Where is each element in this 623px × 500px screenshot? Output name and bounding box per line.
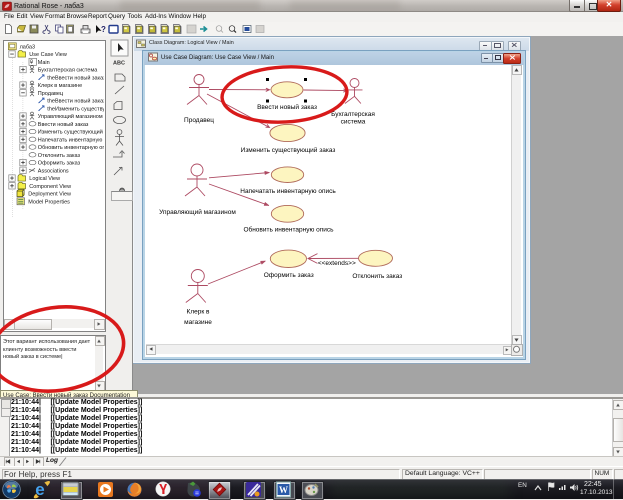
svg-text:Component View: Component View xyxy=(29,184,71,190)
svg-text:Обновить инвентарную опись: Обновить инвентарную опись xyxy=(243,226,334,234)
svg-text:Управляющий магазином: Управляющий магазином xyxy=(159,208,236,216)
svg-text:Напечатать инвентарную оп: Напечатать инвентарную оп xyxy=(38,137,104,143)
svg-text:?: ? xyxy=(101,25,106,34)
svg-text:Оформить заказ: Оформить заказ xyxy=(38,161,81,167)
svg-text:Ввести новый заказ: Ввести новый заказ xyxy=(38,121,89,128)
svg-text:магазине: магазине xyxy=(184,319,212,326)
svg-text:Напечатать инвентарную опись: Напечатать инвентарную опись xyxy=(240,188,336,195)
svg-text:система: система xyxy=(341,119,366,126)
svg-text:Deployment View: Deployment View xyxy=(28,192,71,198)
svg-text:Main: Main xyxy=(38,60,50,66)
svg-text:Изменить существующий за: Изменить существующий за xyxy=(38,129,104,136)
svg-text:theВвести новый заказ (: theВвести новый заказ ( xyxy=(47,74,104,81)
svg-text:лаба3: лаба3 xyxy=(20,44,35,50)
svg-text:<<extends>>: <<extends>> xyxy=(318,260,356,267)
svg-text:theИзменить существу: theИзменить существу xyxy=(47,106,104,112)
svg-text:ABC: ABC xyxy=(113,61,125,67)
svg-text:Изменить существующий заказ: Изменить существующий заказ xyxy=(241,146,336,154)
svg-text:Продавец: Продавец xyxy=(184,117,214,124)
svg-text:Ввести новый заказ: Ввести новый заказ xyxy=(257,103,317,111)
svg-text:Клерк в: Клерк в xyxy=(187,309,210,316)
svg-text:Управляющий магазином: Управляющий магазином xyxy=(38,113,103,120)
svg-text:Logical View: Logical View xyxy=(29,176,60,182)
svg-text:Бухгалтерская: Бухгалтерская xyxy=(331,111,375,118)
svg-text:Отклонить заказ: Отклонить заказ xyxy=(352,273,402,280)
svg-text:Продавец: Продавец xyxy=(38,91,64,97)
svg-text:theВвести новый заказ (: theВвести новый заказ ( xyxy=(47,98,104,105)
svg-text:Бухгалтерская система: Бухгалтерская система xyxy=(38,68,98,74)
svg-text:Оформить заказ: Оформить заказ xyxy=(264,272,314,279)
svg-text:W: W xyxy=(279,485,288,495)
svg-text:Отклонить заказ: Отклонить заказ xyxy=(38,153,81,159)
svg-text:Обновить инвентарную опис: Обновить инвентарную опис xyxy=(38,145,104,151)
svg-text:Клерк в магазине: Клерк в магазине xyxy=(38,83,82,89)
svg-text:Associations: Associations xyxy=(38,168,69,174)
svg-text:Use Case View: Use Case View xyxy=(29,52,67,58)
svg-text:Model Properties: Model Properties xyxy=(28,199,70,205)
